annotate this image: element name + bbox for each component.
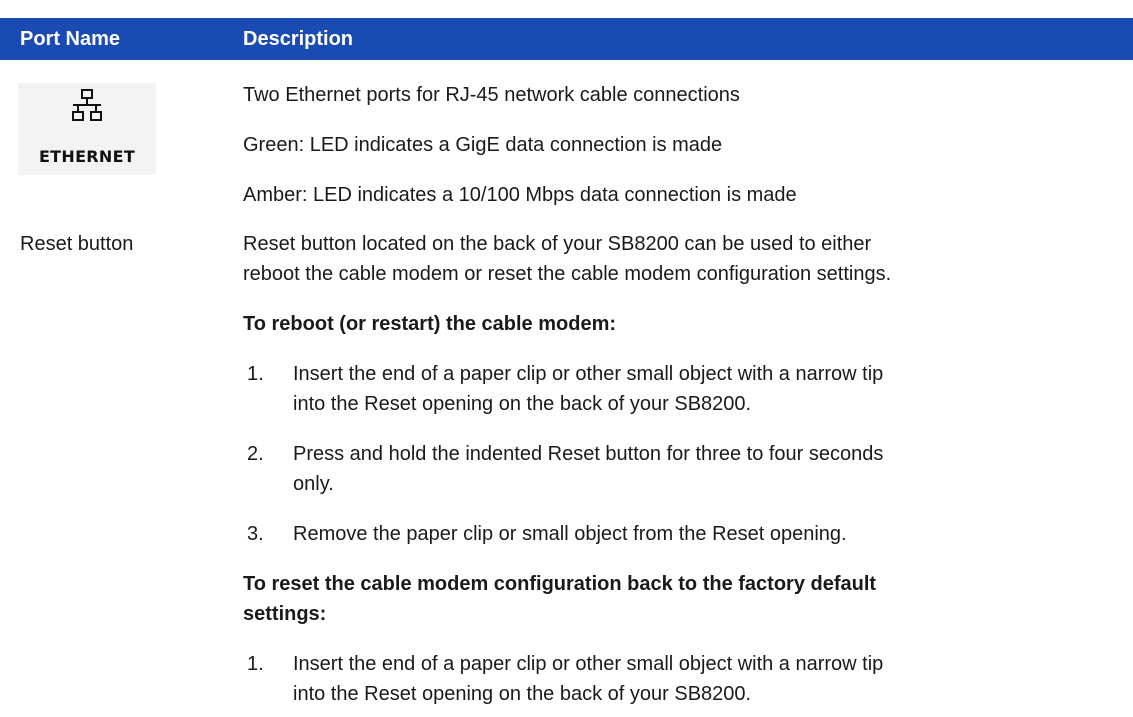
factory-step-1-line-2: into the Reset opening on the back of yo… [293, 683, 752, 705]
document-page: Port Name Description ETHERNET Two Ether… [0, 0, 1133, 717]
reboot-step-3-number: 3. [247, 523, 264, 545]
reboot-step-1-number: 1. [247, 363, 264, 385]
header-description: Description [243, 28, 354, 50]
reboot-step-1-line-1: Insert the end of a paper clip or other … [293, 363, 884, 385]
factory-step-1-line-1: Insert the end of a paper clip or other … [293, 653, 884, 675]
reset-intro-line-2: reboot the cable modem or reset the cabl… [243, 263, 892, 285]
reboot-step-1-line-2: into the Reset opening on the back of yo… [293, 393, 752, 415]
ethernet-desc-line-2: Green: LED indicates a GigE data connect… [243, 134, 723, 156]
reset-port-name: Reset button [20, 233, 134, 255]
reboot-step-2-line-2: only. [293, 473, 334, 495]
factory-reset-heading-line-2: settings: [243, 603, 327, 625]
reboot-step-3-line-1: Remove the paper clip or small object fr… [293, 523, 847, 545]
ethernet-desc-line-1: Two Ethernet ports for RJ-45 network cab… [243, 84, 740, 106]
factory-reset-heading-line-1: To reset the cable modem configuration b… [243, 573, 877, 595]
reboot-heading: To reboot (or restart) the cable modem: [243, 313, 617, 335]
reboot-step-2-line-1: Press and hold the indented Reset button… [293, 443, 884, 465]
table-header-row: Port Name Description [0, 18, 1133, 60]
reboot-step-2-number: 2. [247, 443, 264, 465]
ethernet-desc-line-3: Amber: LED indicates a 10/100 Mbps data … [243, 184, 797, 206]
factory-step-1-number: 1. [247, 653, 264, 675]
ethernet-network-icon [72, 89, 102, 121]
ethernet-icon: ETHERNET [18, 83, 156, 175]
ethernet-icon-label: ETHERNET [38, 147, 136, 166]
header-port-name: Port Name [20, 28, 121, 50]
reset-intro-line-1: Reset button located on the back of your… [243, 233, 872, 255]
